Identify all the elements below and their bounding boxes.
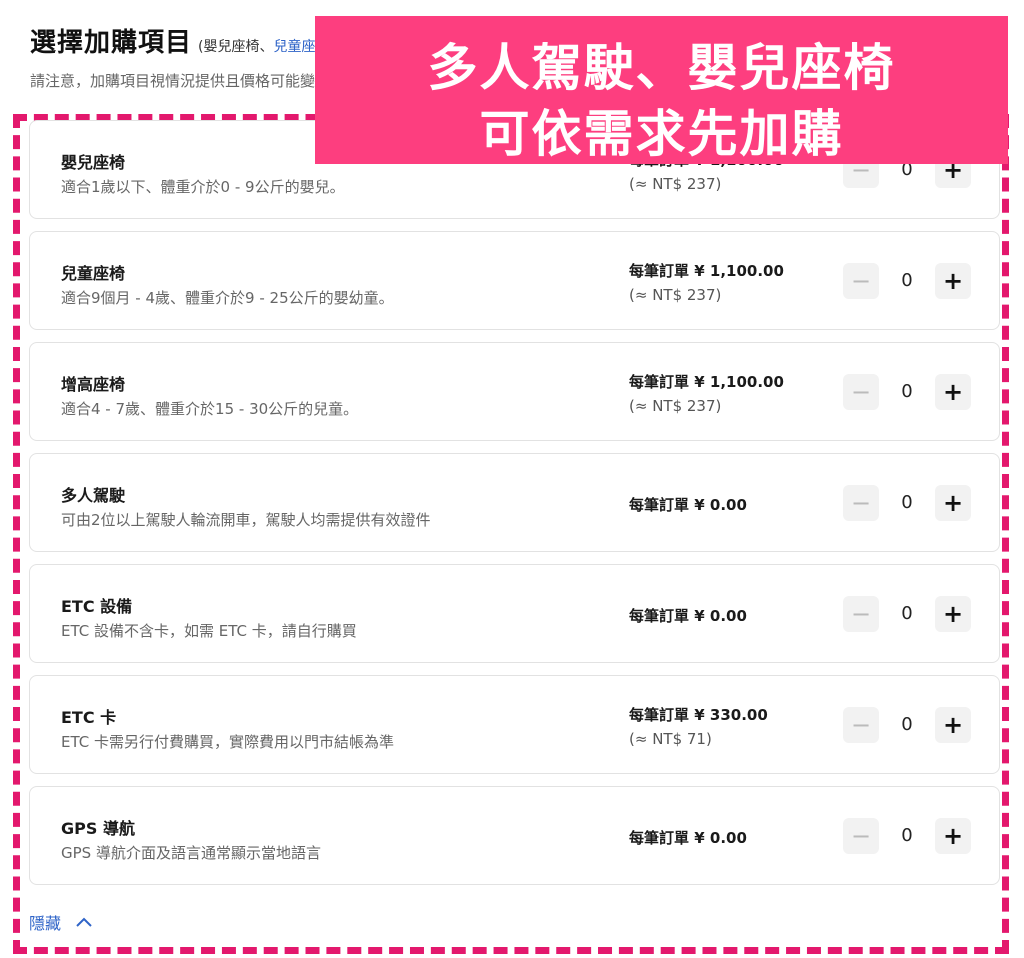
addon-price-approx: (≈ NT$ 71) xyxy=(629,730,712,748)
addon-price: 每筆訂單 ¥ 0.00 xyxy=(629,496,747,514)
addon-card-etc-device: ETC 設備 ETC 設備不含卡，如需 ETC 卡，請自行購買 每筆訂單 ¥ 0… xyxy=(29,564,1000,663)
increase-button[interactable]: + xyxy=(935,707,971,743)
addon-name: ETC 設備 xyxy=(61,597,133,616)
increase-button[interactable]: + xyxy=(935,374,971,410)
addon-name: 多人駕駛 xyxy=(61,486,126,505)
addon-card-etc-card: ETC 卡 ETC 卡需另行付費購買，實際費用以門市結帳為準 每筆訂單 ¥ 33… xyxy=(29,675,1000,774)
chevron-up-icon xyxy=(75,913,93,932)
addon-description: GPS 導航介面及語言通常顯示當地語言 xyxy=(61,844,321,862)
title-note-item: 嬰兒座椅 xyxy=(203,39,260,55)
title-note-separator: 、 xyxy=(259,39,274,55)
banner-line-2: 可依需求先加購 xyxy=(479,105,844,163)
addon-description: 可由2位以上駕駛人輪流開車，駕駛人均需提供有效證件 xyxy=(61,511,431,529)
quantity-value: 0 xyxy=(901,492,913,513)
decrease-button[interactable]: − xyxy=(843,374,879,410)
quantity-value: 0 xyxy=(901,714,913,735)
addon-card-gps: GPS 導航 GPS 導航介面及語言通常顯示當地語言 每筆訂單 ¥ 0.00 −… xyxy=(29,786,1000,885)
quantity-value: 0 xyxy=(901,825,913,846)
header: 選擇加購項目 (嬰兒座椅、兒童座椅等 xyxy=(30,22,343,59)
increase-button[interactable]: + xyxy=(935,818,971,854)
hide-link[interactable]: 隱藏 xyxy=(29,910,93,934)
addon-name: ETC 卡 xyxy=(61,708,117,727)
increase-button[interactable]: + xyxy=(935,485,971,521)
addon-card-child-seat: 兒童座椅 適合9個月 - 4歲、體重介於9 - 25公斤的嬰幼童。 每筆訂單 ¥… xyxy=(29,231,1000,330)
addon-description: ETC 卡需另行付費購買，實際費用以門市結帳為準 xyxy=(61,733,395,751)
addon-price: 每筆訂單 ¥ 1,100.00 xyxy=(629,262,784,280)
addon-name: GPS 導航 xyxy=(61,819,135,838)
addon-description: 適合9個月 - 4歲、體重介於9 - 25公斤的嬰幼童。 xyxy=(61,289,394,307)
addon-price: 每筆訂單 ¥ 330.00 xyxy=(629,706,768,724)
promo-banner: 多人駕駛、嬰兒座椅 可依需求先加購 xyxy=(315,16,1008,164)
addon-price: 每筆訂單 ¥ 0.00 xyxy=(629,607,747,625)
addon-name: 兒童座椅 xyxy=(61,264,126,283)
addon-card-booster-seat: 增高座椅 適合4 - 7歲、體重介於15 - 30公斤的兒童。 每筆訂單 ¥ 1… xyxy=(29,342,1000,441)
addon-price: 每筆訂單 ¥ 0.00 xyxy=(629,829,747,847)
addon-price-approx: (≈ NT$ 237) xyxy=(629,397,722,415)
addon-name: 增高座椅 xyxy=(61,375,126,394)
addon-price-approx: (≈ NT$ 237) xyxy=(629,286,722,304)
decrease-button[interactable]: − xyxy=(843,485,879,521)
quantity-value: 0 xyxy=(901,381,913,402)
addon-description: 適合4 - 7歲、體重介於15 - 30公斤的兒童。 xyxy=(61,400,359,418)
page-title: 選擇加購項目 xyxy=(30,28,193,58)
quantity-value: 0 xyxy=(901,603,913,624)
decrease-button[interactable]: − xyxy=(843,707,879,743)
addon-price-approx: (≈ NT$ 237) xyxy=(629,175,722,193)
hide-link-label: 隱藏 xyxy=(29,914,62,933)
banner-line-1: 多人駕駛、嬰兒座椅 xyxy=(427,39,896,97)
addon-price: 每筆訂單 ¥ 1,100.00 xyxy=(629,373,784,391)
addon-card-additional-driver: 多人駕駛 可由2位以上駕駛人輪流開車，駕駛人均需提供有效證件 每筆訂單 ¥ 0.… xyxy=(29,453,1000,552)
addon-description: ETC 設備不含卡，如需 ETC 卡，請自行購買 xyxy=(61,622,357,640)
decrease-button[interactable]: − xyxy=(843,263,879,299)
decrease-button[interactable]: − xyxy=(843,818,879,854)
increase-button[interactable]: + xyxy=(935,263,971,299)
addon-name: 嬰兒座椅 xyxy=(61,153,126,172)
decrease-button[interactable]: − xyxy=(843,596,879,632)
quantity-value: 0 xyxy=(901,270,913,291)
increase-button[interactable]: + xyxy=(935,596,971,632)
addon-description: 適合1歲以下、體重介於0 - 9公斤的嬰兒。 xyxy=(61,178,345,196)
